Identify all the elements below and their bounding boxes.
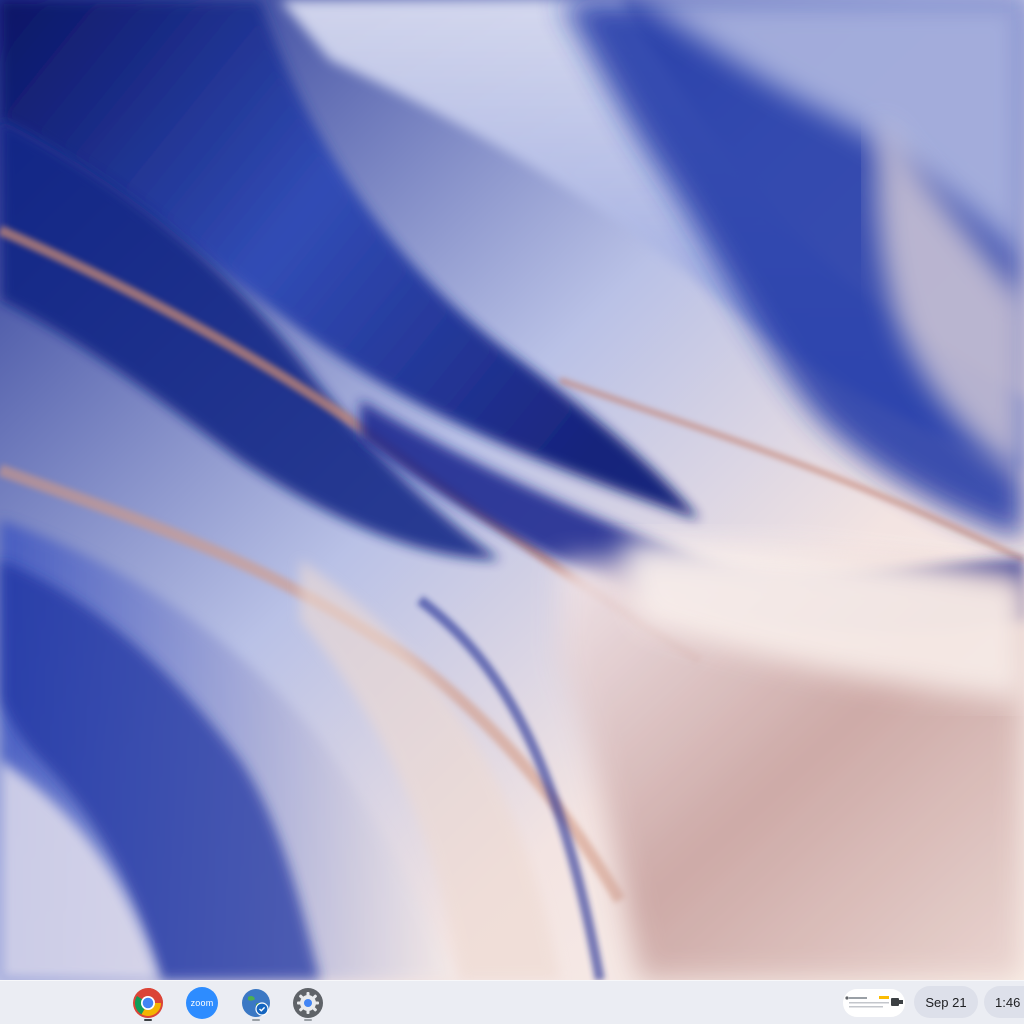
chrome-icon xyxy=(133,988,163,1018)
running-indicator xyxy=(252,1019,260,1021)
zoom-icon: zoom xyxy=(186,987,218,1019)
settings-app-button[interactable] xyxy=(290,985,326,1021)
desktop: zoom Sep 21 1:46 xyxy=(0,0,1024,1024)
earth-app-button[interactable] xyxy=(238,985,274,1021)
shelf: zoom Sep 21 1:46 xyxy=(0,980,1024,1024)
capture-thumbnail-icon xyxy=(843,989,905,1017)
earth-icon xyxy=(242,989,270,1017)
running-indicator xyxy=(144,1019,152,1021)
zoom-app-button[interactable]: zoom xyxy=(184,985,220,1021)
settings-gear-icon xyxy=(293,988,323,1018)
screen-capture-preview[interactable] xyxy=(843,989,905,1017)
status-area-button[interactable]: 1:46 xyxy=(984,986,1024,1018)
date-tray-button[interactable]: Sep 21 xyxy=(914,986,978,1018)
wallpaper xyxy=(0,0,1024,980)
zoom-icon-label: zoom xyxy=(190,998,214,1008)
clock-time: 1:46 xyxy=(995,994,1021,1010)
chrome-app-button[interactable] xyxy=(130,985,166,1021)
date-label: Sep 21 xyxy=(925,994,967,1010)
running-indicator xyxy=(304,1019,312,1021)
